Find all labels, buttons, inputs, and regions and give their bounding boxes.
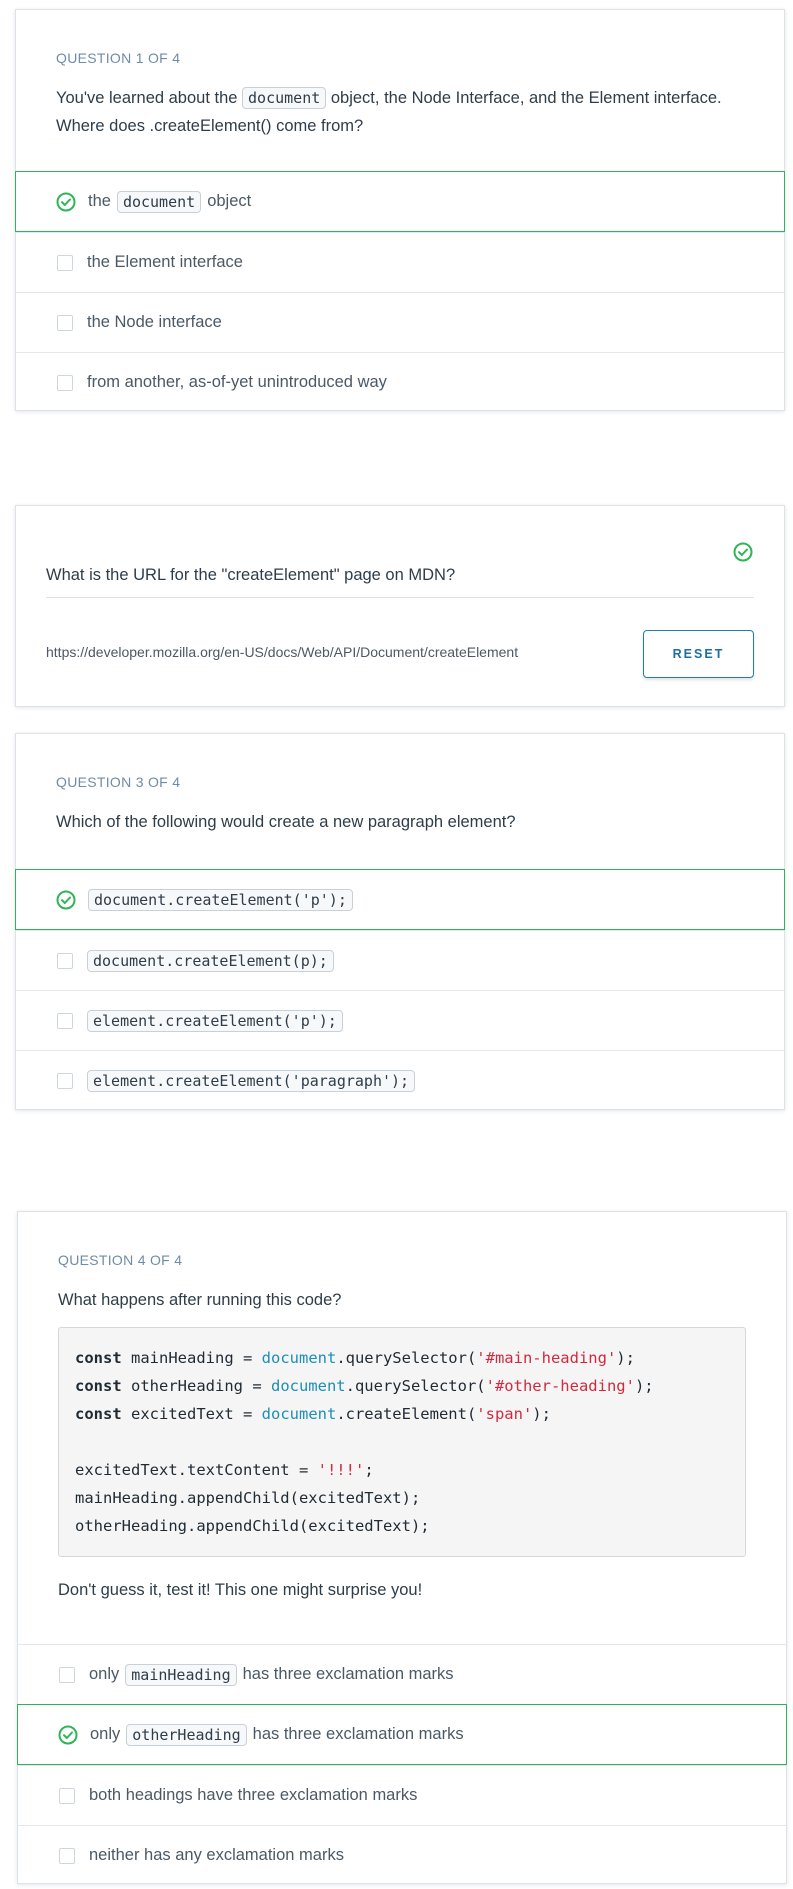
answer-option-document-object[interactable]: the document object: [15, 171, 785, 232]
code-line: excitedText.textContent = '!!!';: [75, 1461, 374, 1479]
checkbox[interactable]: [59, 1666, 75, 1683]
answer-label: neither has any exclamation marks: [89, 1846, 344, 1864]
question-4-card: QUESTION 4 OF 4 What happens after runni…: [17, 1211, 787, 1884]
question-prompt: You've learned about the document object…: [56, 87, 722, 135]
answer-option-other-heading[interactable]: only otherHeading has three exclamation …: [17, 1704, 787, 1765]
inline-code: document: [242, 87, 327, 109]
answer-text-field[interactable]: https://developer.mozilla.org/en-US/docs…: [46, 644, 518, 660]
answer-option-4[interactable]: element.createElement('paragraph');: [16, 1050, 784, 1110]
answer-label: from another, as-of-yet unintroduced way: [87, 373, 387, 391]
question-1-card: QUESTION 1 OF 4 You've learned about the…: [15, 9, 785, 411]
checkbox[interactable]: [57, 952, 73, 969]
answer-label: only otherHeading has three exclamation …: [90, 1723, 464, 1746]
checkbox[interactable]: [57, 314, 73, 331]
checkbox[interactable]: [57, 254, 73, 271]
code-line: const otherHeading = document.querySelec…: [75, 1377, 654, 1395]
question-prompt: What happens after running this code?: [58, 1291, 342, 1309]
inline-code: element.createElement('paragraph');: [87, 1069, 416, 1092]
code-line: mainHeading.appendChild(excitedText);: [75, 1489, 421, 1507]
answer-option-main-heading[interactable]: only mainHeading has three exclamation m…: [18, 1644, 786, 1704]
inline-code: otherHeading: [126, 1723, 247, 1746]
divider: [46, 597, 754, 598]
answer-option-node-interface[interactable]: the Node interface: [16, 292, 784, 352]
answer-option-2[interactable]: document.createElement(p);: [16, 930, 784, 990]
code-line: const mainHeading = document.querySelect…: [75, 1349, 635, 1367]
question-prompt: Which of the following would create a ne…: [56, 813, 516, 831]
answer-label: both headings have three exclamation mar…: [89, 1786, 418, 1804]
check-circle-icon: [56, 192, 76, 211]
code-line: otherHeading.appendChild(excitedText);: [75, 1517, 430, 1535]
answer-option-both-headings[interactable]: both headings have three exclamation mar…: [18, 1765, 786, 1825]
check-circle-icon: [56, 890, 76, 909]
question-3-card: QUESTION 3 OF 4 Which of the following w…: [15, 733, 785, 1110]
question-prompt: What is the URL for the "createElement" …: [46, 566, 456, 584]
question-2-card: What is the URL for the "createElement" …: [15, 505, 785, 707]
checkbox[interactable]: [57, 374, 73, 391]
inline-code: element.createElement('p');: [87, 1009, 343, 1032]
inline-code: document.createElement('p');: [88, 888, 353, 911]
answer-option-other-way[interactable]: from another, as-of-yet unintroduced way: [16, 352, 784, 412]
answer-label: only mainHeading has three exclamation m…: [89, 1663, 454, 1686]
check-circle-icon: [58, 1725, 78, 1744]
answer-label: the document object: [88, 190, 252, 213]
question-number: QUESTION 1 OF 4: [56, 50, 181, 66]
checkbox[interactable]: [59, 1847, 75, 1864]
question-hint: Don't guess it, test it! This one might …: [58, 1581, 423, 1599]
checkbox[interactable]: [59, 1787, 75, 1804]
reset-button[interactable]: RESET: [643, 630, 754, 678]
inline-code: document.createElement(p);: [87, 949, 334, 972]
inline-code: document: [116, 190, 202, 213]
code-block: const mainHeading = document.querySelect…: [58, 1327, 746, 1557]
question-number: QUESTION 3 OF 4: [56, 774, 181, 790]
checkbox[interactable]: [57, 1012, 73, 1029]
answer-option-3[interactable]: element.createElement('p');: [16, 990, 784, 1050]
answer-option-element-interface[interactable]: the Element interface: [16, 232, 784, 292]
check-circle-icon: [733, 542, 753, 562]
code-line: const excitedText = document.createEleme…: [75, 1405, 551, 1423]
question-number: QUESTION 4 OF 4: [58, 1252, 183, 1268]
checkbox[interactable]: [57, 1072, 73, 1089]
answer-label: the Element interface: [87, 253, 243, 271]
inline-code: mainHeading: [125, 1663, 237, 1686]
answer-option-1[interactable]: document.createElement('p');: [15, 869, 785, 930]
answer-option-neither[interactable]: neither has any exclamation marks: [18, 1825, 786, 1885]
answer-label: the Node interface: [87, 313, 222, 331]
